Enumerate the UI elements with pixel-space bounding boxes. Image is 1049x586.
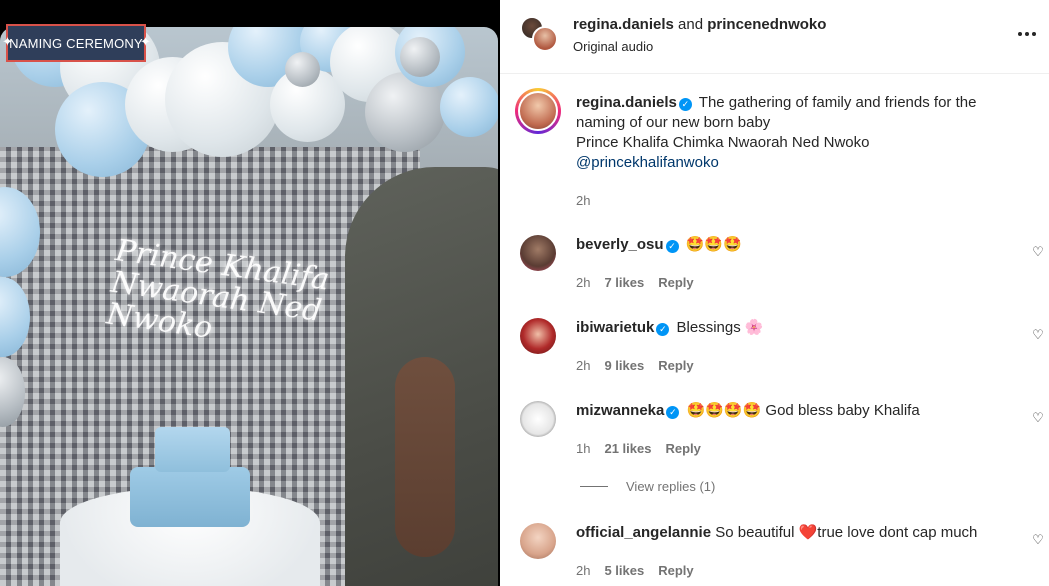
cake-top-tier	[155, 427, 230, 472]
verified-badge-icon: ✓	[665, 240, 679, 253]
sparkle-icon: ✦	[140, 34, 151, 49]
heart-outline-icon[interactable]: ♡	[1031, 245, 1045, 259]
comment-meta: 1h 21 likes Reply	[576, 441, 701, 456]
author-link[interactable]: princenednwoko	[707, 16, 826, 33]
verified-badge-icon: ✓	[656, 323, 670, 336]
heart-outline-icon[interactable]: ♡	[1031, 411, 1045, 425]
reply-button[interactable]: Reply	[658, 563, 693, 578]
caption-username[interactable]: regina.daniels	[576, 94, 677, 111]
author-link[interactable]: regina.daniels	[573, 16, 674, 33]
balloon	[285, 52, 320, 87]
comment-likes[interactable]: 21 likes	[604, 441, 651, 456]
comment-likes[interactable]: 7 likes	[604, 275, 644, 290]
avatar[interactable]	[515, 88, 561, 134]
comment-text: official_angelannie So beautiful ❤️true …	[576, 523, 1016, 543]
caption-meta: 2h	[576, 193, 590, 208]
avatar[interactable]	[520, 235, 556, 271]
media-pane: Prince Khalifa Nwaorah Ned Nwoko NAMING …	[0, 0, 500, 586]
and-text: and	[678, 16, 704, 33]
post-details-panel: regina.daniels and princenednwoko Origin…	[500, 0, 1049, 586]
reply-button[interactable]: Reply	[658, 275, 693, 290]
comment-text: mizwanneka ✓ 🤩🤩🤩🤩 God bless baby Khalifa	[576, 401, 1016, 421]
avatar[interactable]	[520, 401, 556, 437]
comment-username[interactable]: beverly_osu	[576, 236, 664, 253]
audio-link[interactable]: Original audio	[573, 39, 653, 54]
comment-time[interactable]: 2h	[576, 275, 590, 290]
comment-username[interactable]: mizwanneka	[576, 402, 664, 419]
verified-badge-icon: ✓	[678, 98, 692, 111]
comment-likes[interactable]: 5 likes	[604, 563, 644, 578]
avatar[interactable]	[532, 26, 558, 52]
caption-text: regina.daniels ✓ The gathering of family …	[576, 93, 1016, 173]
comment-body: 🤩🤩🤩🤩 God bless baby Khalifa	[686, 402, 920, 419]
comment-body: 🤩🤩🤩	[685, 236, 742, 253]
naming-ceremony-banner: NAMING CEREMONY	[6, 24, 146, 62]
sparkle-icon: ✦	[2, 34, 13, 49]
heart-outline-icon[interactable]: ♡	[1031, 533, 1045, 547]
post-header: regina.daniels and princenednwoko Origin…	[500, 0, 1049, 74]
comment-meta: 2h 7 likes Reply	[576, 275, 694, 290]
collab-avatars[interactable]	[520, 16, 558, 52]
view-replies-label: View replies (1)	[626, 479, 716, 494]
balloon	[440, 77, 498, 137]
view-replies-button[interactable]: View replies (1)	[580, 479, 715, 494]
comment-username[interactable]: ibiwarietuk	[576, 319, 654, 336]
heart-outline-icon[interactable]: ♡	[1031, 328, 1045, 342]
comment-username[interactable]: official_angelannie	[576, 524, 711, 541]
mention-link[interactable]: @princekhalifanwoko	[576, 154, 719, 171]
caption-time[interactable]: 2h	[576, 193, 590, 208]
post-video[interactable]: Prince Khalifa Nwaorah Ned Nwoko	[0, 27, 498, 586]
caption-line2: Prince Khalifa Chimka Nwaorah Ned Nwoko	[576, 134, 870, 151]
reply-divider	[580, 486, 608, 487]
comment-text: beverly_osu ✓ 🤩🤩🤩	[576, 235, 1016, 255]
verified-badge-icon: ✓	[666, 406, 680, 419]
cake-bottom-tier	[130, 467, 250, 527]
comment-body: So beautiful ❤️true love dont cap much	[715, 524, 978, 541]
post-authors: regina.daniels and princenednwoko	[573, 16, 826, 33]
more-options-icon[interactable]	[1015, 22, 1039, 46]
comment-meta: 2h 9 likes Reply	[576, 358, 694, 373]
comment-likes[interactable]: 9 likes	[604, 358, 644, 373]
comment-time[interactable]: 2h	[576, 563, 590, 578]
comment-body: Blessings 🌸	[676, 319, 764, 336]
comment-time[interactable]: 2h	[576, 358, 590, 373]
reply-button[interactable]: Reply	[658, 358, 693, 373]
reply-button[interactable]: Reply	[665, 441, 700, 456]
avatar[interactable]	[520, 523, 556, 559]
comment-time[interactable]: 1h	[576, 441, 590, 456]
person-arm	[395, 357, 455, 557]
comment-meta: 2h 5 likes Reply	[576, 563, 694, 578]
comment-text: ibiwarietuk ✓ Blessings 🌸	[576, 318, 1016, 338]
balloon	[400, 37, 440, 77]
avatar[interactable]	[520, 318, 556, 354]
